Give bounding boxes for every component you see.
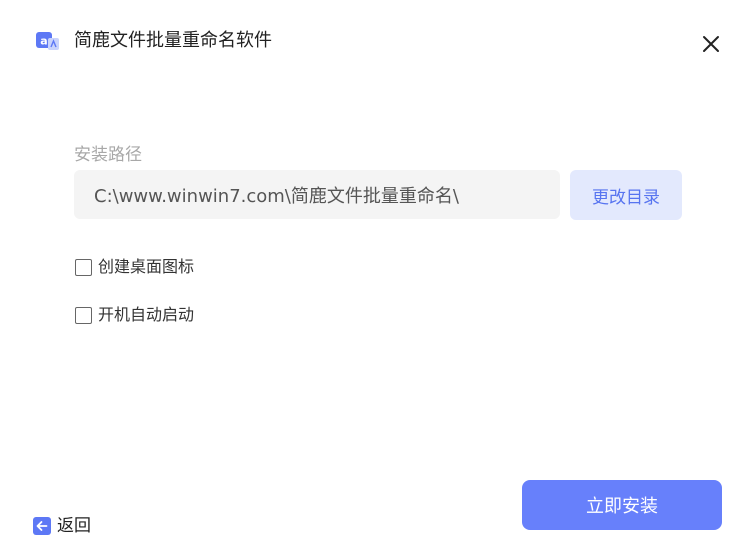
app-title: 简鹿文件批量重命名软件 <box>74 30 272 51</box>
desktop-shortcut-checkbox[interactable] <box>75 258 92 276</box>
install-now-button[interactable]: 立即安装 <box>522 480 722 530</box>
desktop-shortcut-label: 创建桌面图标 <box>98 257 195 276</box>
arrow-left-icon <box>33 517 51 535</box>
install-path-label: 安装路径 <box>74 145 142 165</box>
install-path-input[interactable] <box>74 170 560 219</box>
auto-start-option[interactable]: 开机自动启动 <box>75 305 194 325</box>
app-logo-icon: a <box>36 30 60 52</box>
change-directory-button[interactable]: 更改目录 <box>570 170 682 220</box>
back-button[interactable]: 返回 <box>33 516 91 536</box>
svg-text:a: a <box>40 35 47 48</box>
auto-start-checkbox[interactable] <box>75 306 92 324</box>
desktop-shortcut-option[interactable]: 创建桌面图标 <box>75 257 194 277</box>
close-icon[interactable] <box>700 33 722 55</box>
back-label: 返回 <box>57 516 91 536</box>
installer-window: a 简鹿文件批量重命名软件 安装路径 更改目录 创建桌面图标 开机自动启动 返回… <box>0 0 754 554</box>
auto-start-label: 开机自动启动 <box>98 305 195 324</box>
